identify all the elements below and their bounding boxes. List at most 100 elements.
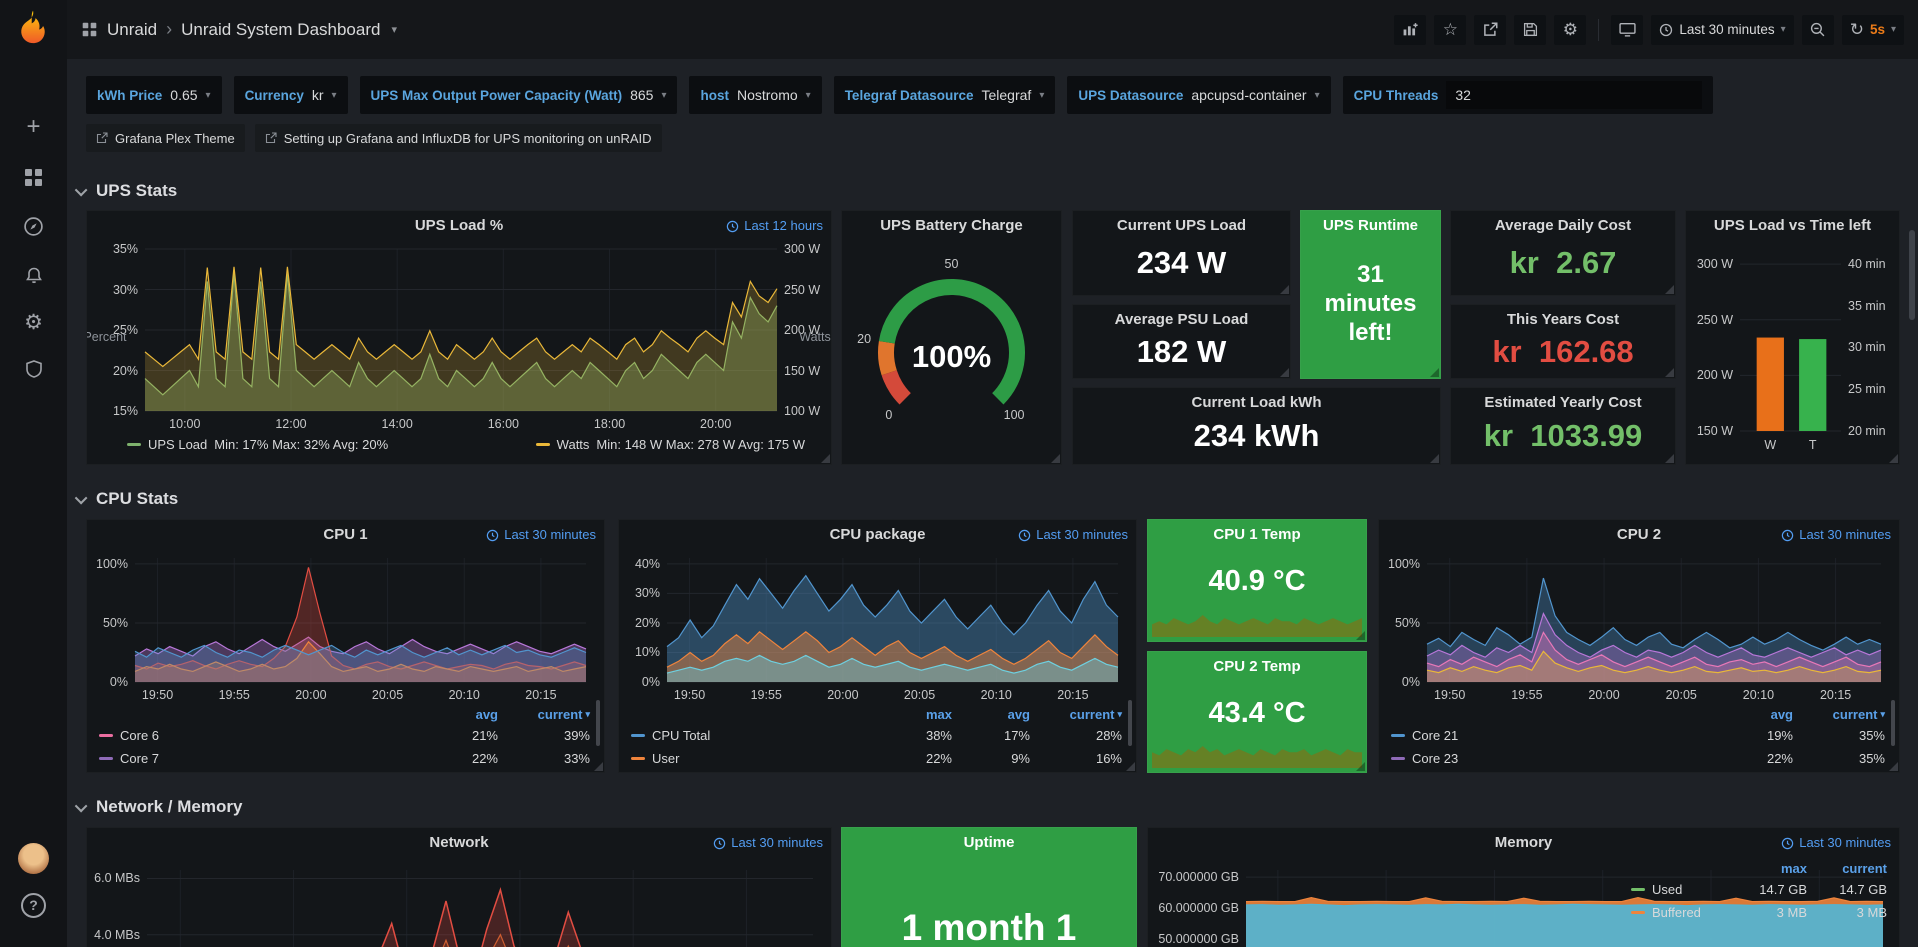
- panel-title[interactable]: Estimated Yearly Cost: [1484, 394, 1641, 411]
- panel-time-range[interactable]: Last 30 minutes: [1781, 520, 1891, 550]
- chevron-down-icon: ▾: [1781, 24, 1786, 35]
- cpu-package-chart[interactable]: 40%30%20%10%0%19:5019:5520:0020:0520:102…: [625, 550, 1130, 702]
- clock-icon: [713, 837, 726, 850]
- sort-caret-icon: ▾: [1117, 709, 1122, 720]
- panel-title[interactable]: Memory: [1495, 834, 1553, 851]
- battery-gauge: 02050100100%: [842, 241, 1061, 456]
- panel-title[interactable]: CPU package: [830, 526, 926, 543]
- variable-ups-max-output[interactable]: UPS Max Output Power Capacity (Watt)865▾: [360, 76, 678, 114]
- panel-time-range[interactable]: Last 12 hours: [726, 211, 823, 241]
- panel-title[interactable]: Current Load kWh: [1192, 394, 1322, 411]
- cpu-package-legend: maxavgcurrent▾ CPU Total38%17%28% User22…: [631, 704, 1122, 770]
- user-avatar[interactable]: [18, 843, 49, 874]
- panel-current-ups-load: Current UPS Load 234 W: [1072, 210, 1291, 296]
- star-icon[interactable]: ☆: [1434, 15, 1466, 45]
- chevron-down-icon[interactable]: ▾: [391, 23, 397, 36]
- panel-estimated-yearly-cost: Estimated Yearly Cost kr 1033.99: [1450, 387, 1676, 465]
- panel-title[interactable]: UPS Runtime: [1323, 217, 1418, 234]
- panel-title[interactable]: CPU 1: [323, 526, 367, 543]
- legend-scrollbar[interactable]: [1128, 700, 1132, 746]
- section-network-memory[interactable]: Network / Memory: [78, 796, 242, 818]
- legend-row[interactable]: User22%9%16%: [631, 747, 1122, 770]
- link-grafana-plex-theme[interactable]: Grafana Plex Theme: [86, 124, 245, 152]
- variable-currency[interactable]: Currencykr▾: [234, 76, 348, 114]
- panel-cpu1-temp: CPU 1 Temp 40.9 °C: [1147, 519, 1367, 642]
- legend-scrollbar[interactable]: [1891, 700, 1895, 746]
- refresh-icon: ↻: [1850, 21, 1864, 38]
- grafana-dashboard: + ⚙ ? Unraid › Unraid Sys: [0, 0, 1918, 947]
- stat-value: kr 1033.99: [1484, 418, 1643, 454]
- zoom-out-icon[interactable]: [1802, 15, 1834, 45]
- legend-row[interactable]: Core 722%33%: [99, 747, 590, 770]
- variable-host[interactable]: hostNostromo▾: [689, 76, 821, 114]
- legend-row[interactable]: Used14.7 GB14.7 GB: [1631, 878, 1887, 901]
- panel-time-range[interactable]: Last 30 minutes: [1018, 520, 1128, 550]
- variable-telegraf-datasource[interactable]: Telegraf DatasourceTelegraf▾: [834, 76, 1056, 114]
- chevron-down-icon: ▾: [661, 90, 666, 101]
- legend-item[interactable]: UPS LoadMin: 17% Max: 32% Avg: 20%: [127, 437, 388, 452]
- stat-value: 1 month 1: [842, 907, 1136, 947]
- configuration-gear-icon[interactable]: ⚙: [0, 309, 67, 337]
- share-icon[interactable]: [1474, 15, 1506, 45]
- link-ups-monitoring-guide[interactable]: Setting up Grafana and InfluxDB for UPS …: [255, 124, 662, 152]
- help-icon[interactable]: ?: [21, 893, 46, 918]
- cycle-view-monitor-icon[interactable]: [1611, 15, 1643, 45]
- panel-title[interactable]: Uptime: [964, 834, 1015, 851]
- dashboard-grid-icon[interactable]: [83, 23, 97, 37]
- panel-title[interactable]: CPU 2: [1617, 526, 1661, 543]
- variable-kwh-price[interactable]: kWh Price0.65▾: [86, 76, 222, 114]
- page-scrollbar[interactable]: [1909, 230, 1915, 320]
- panel-cpu2: CPU 2 Last 30 minutes 100%50%0%19:5019:5…: [1378, 519, 1900, 773]
- settings-gear-icon[interactable]: ⚙: [1554, 15, 1586, 45]
- legend-row[interactable]: Core 621%39%: [99, 724, 590, 747]
- save-icon[interactable]: [1514, 15, 1546, 45]
- panel-title[interactable]: Current UPS Load: [1117, 217, 1246, 234]
- refresh-picker[interactable]: ↻ 5s ▾: [1842, 15, 1904, 45]
- panel-title[interactable]: CPU 1 Temp: [1213, 526, 1300, 543]
- panel-title[interactable]: CPU 2 Temp: [1213, 658, 1300, 675]
- panel-average-daily-cost: Average Daily Cost kr 2.67: [1450, 210, 1676, 296]
- network-chart[interactable]: 6.0 MBs4.0 MBs2.0 MBs: [93, 862, 825, 947]
- memory-legend: maxcurrent Used14.7 GB14.7 GB Buffered3 …: [1631, 858, 1887, 924]
- stat-value: 234 kWh: [1194, 418, 1320, 454]
- variable-ups-datasource[interactable]: UPS Datasourceapcupsd-container▾: [1067, 76, 1330, 114]
- ups-load-vs-time-chart[interactable]: WT300 W250 W200 W150 W40 min35 min30 min…: [1690, 243, 1895, 455]
- legend-scrollbar[interactable]: [596, 700, 600, 746]
- panel-title[interactable]: UPS Load vs Time left: [1714, 217, 1871, 234]
- legend-row[interactable]: Core 2119%35%: [1391, 724, 1885, 747]
- breadcrumb-separator: ›: [166, 19, 172, 40]
- breadcrumb-app[interactable]: Unraid: [107, 20, 157, 40]
- panel-title[interactable]: UPS Battery Charge: [880, 217, 1023, 234]
- chevron-down-icon: ▾: [1315, 90, 1320, 101]
- panel-title[interactable]: This Years Cost: [1507, 311, 1619, 328]
- section-cpu-stats[interactable]: CPU Stats: [78, 488, 178, 510]
- ups-load-chart[interactable]: 35%30%25%20%15%300 W250 W200 W150 W100 W…: [93, 241, 825, 433]
- time-range-picker[interactable]: Last 30 minutes ▾: [1651, 15, 1793, 45]
- panel-title[interactable]: Network: [429, 834, 488, 851]
- legend-row[interactable]: Core 2322%35%: [1391, 747, 1885, 770]
- server-admin-shield-icon[interactable]: [0, 355, 67, 383]
- panel-title[interactable]: UPS Load %: [415, 217, 503, 234]
- panel-title[interactable]: Average Daily Cost: [1495, 217, 1631, 234]
- panel-time-range[interactable]: Last 30 minutes: [486, 520, 596, 550]
- dashboards-icon[interactable]: [0, 163, 67, 191]
- legend-row[interactable]: CPU Total38%17%28%: [631, 724, 1122, 747]
- explore-compass-icon[interactable]: [0, 212, 67, 240]
- add-panel-button[interactable]: [1394, 15, 1426, 45]
- panel-time-range[interactable]: Last 30 minutes: [1781, 828, 1891, 858]
- grafana-logo[interactable]: [12, 8, 54, 50]
- breadcrumb-dashboard-title[interactable]: Unraid System Dashboard: [181, 20, 380, 40]
- legend-row[interactable]: Buffered3 MB3 MB: [1631, 901, 1887, 924]
- cpu2-chart[interactable]: 100%50%0%19:5019:5520:0020:0520:1020:15: [1385, 550, 1893, 702]
- cpu-threads-input[interactable]: [1446, 81, 1702, 109]
- section-ups-stats[interactable]: UPS Stats: [78, 180, 177, 202]
- create-plus-icon[interactable]: +: [0, 113, 67, 141]
- panel-current-load-kwh: Current Load kWh 234 kWh: [1072, 387, 1441, 465]
- sort-caret-icon: ▾: [585, 709, 590, 720]
- alerting-bell-icon[interactable]: [0, 261, 67, 289]
- panel-time-range[interactable]: Last 30 minutes: [713, 828, 823, 858]
- panel-title[interactable]: Average PSU Load: [1115, 311, 1249, 328]
- cpu1-temp-sparkline: [1152, 613, 1362, 637]
- legend-item[interactable]: WattsMin: 148 W Max: 278 W Avg: 175 W: [536, 437, 805, 452]
- cpu1-chart[interactable]: 100%50%0%19:5019:5520:0020:0520:1020:15: [93, 550, 598, 702]
